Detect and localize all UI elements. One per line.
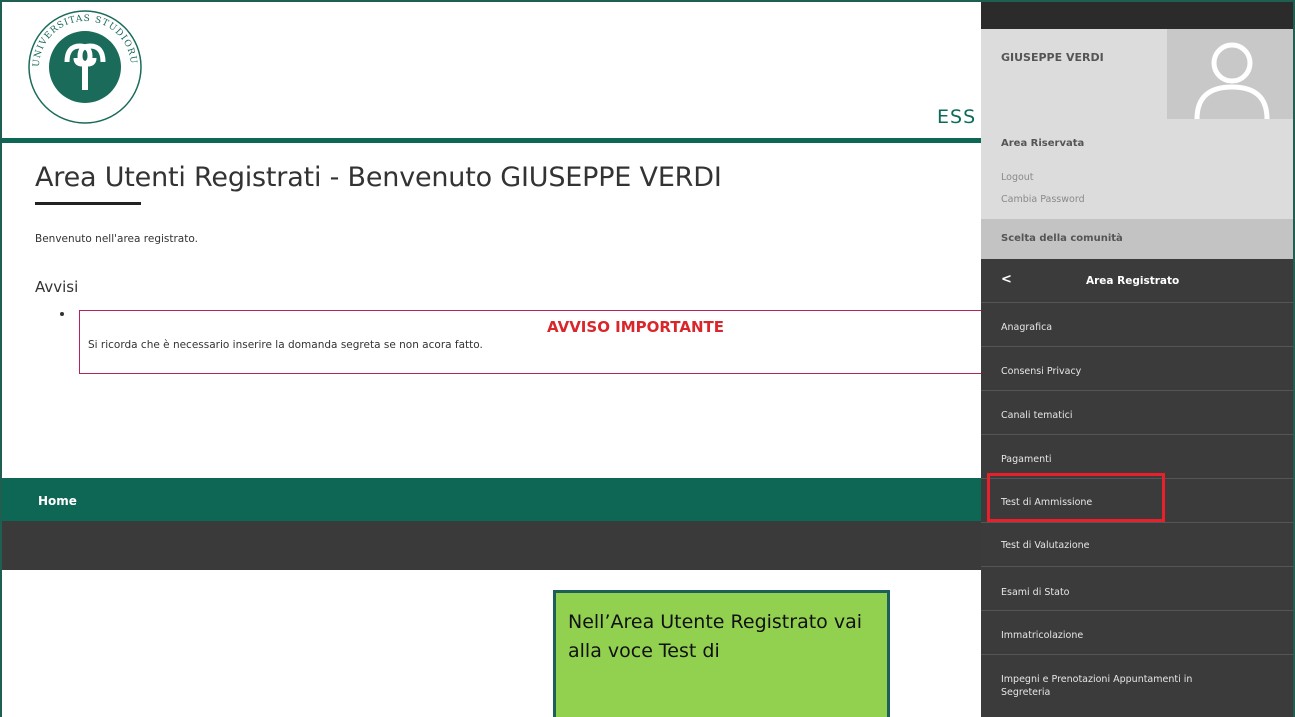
menu-item-impegni-prenotazioni[interactable]: Impegni e Prenotazioni Appuntamenti in S… bbox=[981, 655, 1293, 717]
area-riservata-label: Area Riservata bbox=[1001, 138, 1085, 149]
notice-text: Si ricorda che è necessario inserire la … bbox=[88, 339, 483, 351]
menu-item-label: Canali tematici bbox=[1001, 410, 1073, 421]
avvisi-heading: Avvisi bbox=[35, 278, 79, 296]
menu-item-label: Pagamenti bbox=[1001, 454, 1052, 465]
back-chevron-icon[interactable]: < bbox=[1001, 272, 1012, 287]
menu-item-label-line2: Segreteria bbox=[1001, 687, 1051, 698]
menu-item-immatricolazione[interactable]: Immatricolazione bbox=[981, 611, 1293, 655]
menu-item-anagrafica[interactable]: Anagrafica bbox=[981, 303, 1293, 347]
menu-item-label: Anagrafica bbox=[1001, 322, 1053, 333]
menu-item-canali-tematici[interactable]: Canali tematici bbox=[981, 391, 1293, 435]
list-bullet bbox=[60, 312, 64, 316]
title-underline bbox=[35, 202, 141, 205]
notice-box: AVVISO IMPORTANTE Si ricorda che è neces… bbox=[79, 310, 989, 374]
menu-item-label: Test di Valutazione bbox=[1001, 540, 1090, 551]
university-logo: UNIVERSITAS STUDIORUM INSUBRIAE bbox=[24, 6, 142, 124]
menu-item-test-valutazione[interactable]: Test di Valutazione bbox=[981, 523, 1293, 567]
user-card: GIUSEPPE VERDI Area Riservata Logout Cam… bbox=[981, 29, 1293, 219]
highlight-box bbox=[987, 473, 1165, 522]
menu-item-consensi-privacy[interactable]: Consensi Privacy bbox=[981, 347, 1293, 391]
panel-top-bar bbox=[981, 2, 1293, 29]
community-label: Scelta della comunità bbox=[1001, 233, 1123, 244]
menu-item-label: Consensi Privacy bbox=[1001, 366, 1082, 377]
welcome-text: Benvenuto nell'area registrato. bbox=[35, 233, 198, 245]
menu-item-label: Impegni e Prenotazioni Appuntamenti in bbox=[1001, 674, 1193, 685]
footer-home-link[interactable]: Home bbox=[38, 494, 77, 508]
header-ess-text: ESS bbox=[937, 106, 977, 128]
page-frame: UNIVERSITAS STUDIORUM INSUBRIAE ESS Area… bbox=[0, 0, 1295, 717]
header-divider bbox=[2, 138, 1002, 143]
side-panel: GIUSEPPE VERDI Area Riservata Logout Cam… bbox=[981, 2, 1293, 717]
notice-title: AVVISO IMPORTANTE bbox=[547, 318, 725, 336]
menu-item-label: Esami di Stato bbox=[1001, 587, 1070, 598]
community-selector[interactable]: Scelta della comunità bbox=[981, 219, 1293, 259]
user-name: GIUSEPPE VERDI bbox=[1001, 51, 1104, 64]
menu-item-esami-stato[interactable]: Esami di Stato bbox=[981, 567, 1293, 611]
avatar bbox=[1167, 29, 1293, 120]
footer-dark-band bbox=[2, 521, 987, 570]
logout-link[interactable]: Logout bbox=[1001, 172, 1034, 183]
user-avatar-icon bbox=[1167, 29, 1293, 120]
instruction-callout: Nell’Area Utente Registrato vai alla voc… bbox=[553, 590, 890, 717]
page-title: Area Utenti Registrati - Benvenuto GIUSE… bbox=[35, 162, 722, 193]
footer-nav: Home bbox=[2, 478, 987, 521]
menu-item-label: Immatricolazione bbox=[1001, 630, 1084, 641]
change-password-link[interactable]: Cambia Password bbox=[1001, 194, 1085, 205]
area-registrato-header: < Area Registrato bbox=[981, 259, 1293, 303]
section-title: Area Registrato bbox=[1086, 275, 1180, 287]
callout-text: Nell’Area Utente Registrato vai alla voc… bbox=[568, 611, 862, 662]
